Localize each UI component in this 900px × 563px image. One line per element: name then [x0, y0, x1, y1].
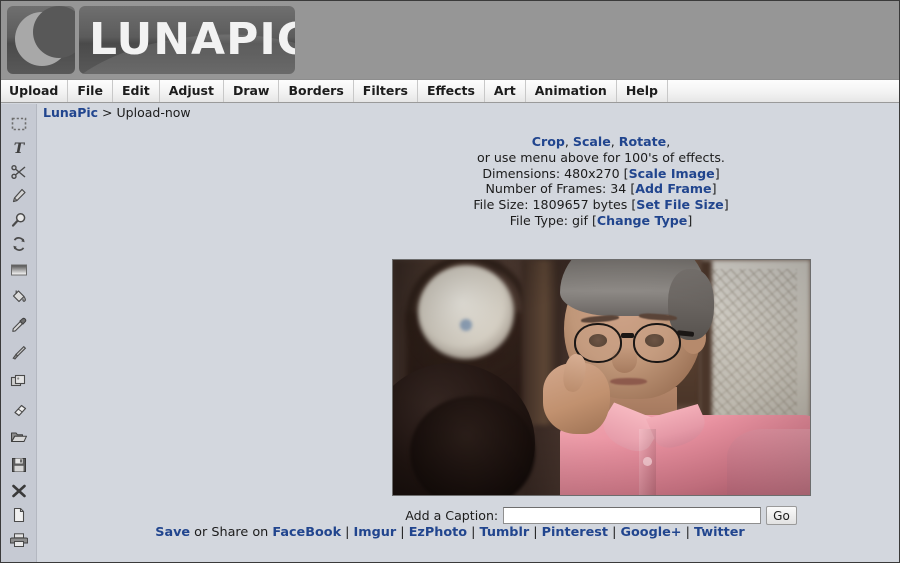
open-folder-icon[interactable]: [7, 426, 31, 448]
site-header: LUNAPIC: [1, 1, 899, 79]
menu-item-file[interactable]: File: [68, 80, 113, 102]
magnifier-icon[interactable]: [7, 209, 31, 231]
frames-value: 34: [610, 181, 627, 197]
breadcrumb-root-link[interactable]: LunaPic: [43, 105, 98, 120]
menu-item-help[interactable]: Help: [617, 80, 668, 102]
tools-sidebar: T: [1, 104, 37, 562]
share-tumblr-link[interactable]: Tumblr: [480, 525, 530, 540]
info-trailing-comma: ,: [666, 134, 671, 149]
caption-label: Add a Caption:: [405, 508, 499, 523]
breadcrumb-separator: >: [102, 105, 113, 120]
info-filesize-line: File Size: 1809657 bytes [Set File Size]: [391, 197, 811, 213]
logo-moon-tile: [7, 6, 75, 74]
filetype-label: File Type:: [509, 212, 568, 228]
layers-icon[interactable]: [7, 370, 31, 392]
share-facebook-link[interactable]: FaceBook: [272, 525, 341, 540]
text-icon[interactable]: T: [7, 137, 31, 159]
info-dimensions-line: Dimensions: 480x270 [Scale Image]: [391, 166, 811, 182]
share-twitter-link[interactable]: Twitter: [694, 525, 745, 540]
bracket-close-1: ]: [714, 165, 720, 181]
svg-text:T: T: [14, 141, 26, 156]
bracket-close-3: ]: [723, 197, 729, 213]
crop-link[interactable]: Crop: [532, 134, 565, 149]
gradient-icon[interactable]: [7, 259, 31, 281]
breadcrumb-current: Upload-now: [116, 105, 191, 120]
menu-item-draw[interactable]: Draw: [224, 80, 280, 102]
eyedropper-icon[interactable]: [7, 314, 31, 336]
menu-item-upload[interactable]: Upload: [1, 80, 69, 102]
change-type-link[interactable]: Change Type: [597, 213, 687, 228]
share-prefix-text: or Share on: [190, 525, 273, 540]
scale-link[interactable]: Scale: [573, 134, 611, 149]
pencil-icon[interactable]: [7, 185, 31, 207]
info-actions-line: Crop, Scale, Rotate,: [391, 134, 811, 150]
lunapic-logo[interactable]: LUNAPIC: [7, 6, 295, 74]
logo-wordmark: LUNAPIC: [89, 14, 295, 65]
menu-item-borders[interactable]: Borders: [279, 80, 354, 102]
scissors-icon[interactable]: [7, 161, 31, 183]
new-file-icon[interactable]: [7, 504, 31, 526]
set-file-size-link[interactable]: Set File Size: [636, 197, 723, 212]
info-menu-hint: or use menu above for 100's of effects.: [477, 149, 725, 165]
scale-image-link[interactable]: Scale Image: [629, 166, 715, 181]
photo-vignette: [393, 260, 810, 495]
marquee-select-icon[interactable]: [7, 113, 31, 135]
bracket-close-2: ]: [711, 181, 717, 197]
info-comma-1: ,: [564, 134, 573, 149]
rotate-link[interactable]: Rotate: [619, 134, 666, 149]
paintbrush-icon[interactable]: [7, 342, 31, 364]
info-comma-2: ,: [610, 134, 619, 149]
share-pinterest-link[interactable]: Pinterest: [542, 525, 608, 540]
share-ezphoto-link[interactable]: EzPhoto: [409, 525, 467, 540]
lunapic-page: LUNAPIC Upload File Edit Adjust Draw Bor…: [0, 0, 900, 563]
share-separator-4: |: [529, 525, 542, 540]
menu-item-animation[interactable]: Animation: [526, 80, 617, 102]
share-separator-2: |: [396, 525, 409, 540]
menu-item-effects[interactable]: Effects: [418, 80, 485, 102]
main-menubar: Upload File Edit Adjust Draw Borders Fil…: [1, 79, 899, 103]
bracket-close-4: ]: [687, 212, 693, 228]
share-separator-3: |: [467, 525, 480, 540]
filesize-value: 1809657 bytes: [532, 197, 628, 213]
menu-item-adjust[interactable]: Adjust: [160, 80, 224, 102]
save-disk-icon[interactable]: [7, 454, 31, 476]
caption-row: Add a Caption: Go: [391, 506, 811, 525]
edited-image-canvas[interactable]: [392, 259, 811, 496]
eraser-icon[interactable]: [7, 398, 31, 420]
info-filetype-line: File Type: gif [Change Type]: [391, 213, 811, 229]
caption-go-button[interactable]: Go: [766, 506, 797, 525]
share-separator-5: |: [608, 525, 621, 540]
share-row: Save or Share on FaceBook | Imgur | EzPh…: [1, 525, 899, 540]
save-link[interactable]: Save: [155, 525, 190, 540]
logo-text-tile: LUNAPIC: [79, 6, 295, 74]
filesize-label: File Size:: [473, 197, 529, 213]
info-frames-line: Number of Frames: 34 [Add Frame]: [391, 181, 811, 197]
photo-content: [393, 260, 810, 495]
menubar-filler: [668, 80, 899, 102]
rotate-icon[interactable]: [7, 233, 31, 255]
share-separator-6: |: [681, 525, 694, 540]
share-imgur-link[interactable]: Imgur: [354, 525, 397, 540]
paint-bucket-icon[interactable]: [7, 286, 31, 308]
menu-item-art[interactable]: Art: [485, 80, 526, 102]
share-separator-1: |: [341, 525, 354, 540]
dimensions-label: Dimensions:: [482, 165, 561, 181]
filetype-value: gif: [571, 212, 588, 228]
image-info-panel: Crop, Scale, Rotate, or use menu above f…: [391, 134, 811, 229]
add-frame-link[interactable]: Add Frame: [635, 181, 711, 196]
breadcrumb: LunaPic > Upload-now: [43, 105, 191, 120]
share-googleplus-link[interactable]: Google+: [620, 525, 681, 540]
frames-label: Number of Frames:: [485, 181, 607, 197]
menu-item-filters[interactable]: Filters: [354, 80, 418, 102]
menu-item-edit[interactable]: Edit: [113, 80, 160, 102]
caption-input[interactable]: [503, 507, 762, 524]
dimensions-value: 480x270: [564, 165, 620, 181]
close-x-icon[interactable]: [7, 480, 31, 502]
